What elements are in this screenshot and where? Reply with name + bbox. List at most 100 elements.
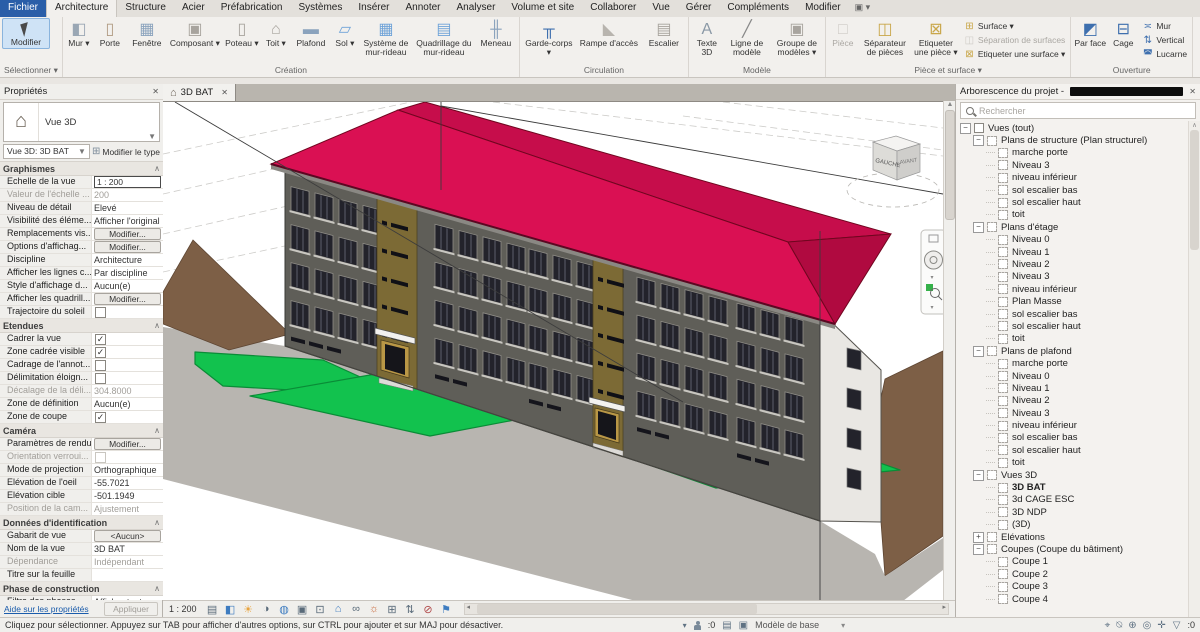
ribbon-button-escalier[interactable]: ▤Escalier (642, 18, 686, 50)
tree-item-niveau-1[interactable]: Niveau 1 (956, 382, 1189, 394)
select-links-icon[interactable]: ⌖ (1105, 620, 1111, 631)
property-value-nom-de-la-vue[interactable]: 3D BAT (91, 543, 163, 555)
ribbon-button-vertical[interactable]: ⇅Vertical (1139, 33, 1190, 47)
tree-item-coupe-2[interactable]: Coupe 2 (956, 568, 1189, 580)
design-options-icon[interactable]: ▣ (739, 620, 748, 631)
ribbon-tab-structure[interactable]: Structure (117, 0, 174, 17)
property-value-zone-cadree-visible[interactable]: ✓ (91, 346, 163, 358)
ribbon-button-quadrillage-du-mur-rideau[interactable]: ▤Quadrillage du mur-rideau (414, 18, 474, 59)
ribbon-button-poteau[interactable]: ▯Poteau ▾ (223, 18, 261, 50)
tree-expander-icon[interactable]: − (973, 135, 984, 146)
filter-icon[interactable]: ▽ (1173, 620, 1181, 631)
ribbon-button-texte-3d[interactable]: ATexte 3D (691, 18, 723, 59)
reveal-constraints-icon[interactable]: ⊘ (422, 603, 435, 616)
ribbon-button-modifier[interactable]: Modifier (2, 18, 50, 49)
tree-item-marche-porte[interactable]: marche porte (956, 357, 1189, 369)
property-section-graphismes[interactable]: Graphismes∧ (0, 162, 163, 176)
tree-item-niveau-3[interactable]: Niveau 3 (956, 159, 1189, 171)
ribbon-button-ligne-de-modele[interactable]: ╱Ligne de modèle (724, 18, 770, 59)
tree-item-niveau-inferieur[interactable]: niveau inférieur (956, 283, 1189, 295)
tree-item-coupes-coupe-du-batiment[interactable]: −Coupes (Coupe du bâtiment) (956, 543, 1189, 555)
ribbon-tab-fichier[interactable]: Fichier (0, 0, 46, 17)
property-value-visibilite-des-eleme[interactable]: Afficher l'original (91, 215, 163, 227)
property-value-options-d-affichag[interactable]: Modifier... (91, 241, 163, 253)
modify-type-button[interactable]: ⊞ Modifier le type (92, 146, 160, 157)
ribbon-button-porte[interactable]: ▯Porte (94, 18, 126, 50)
properties-help-link[interactable]: Aide sur les propriétés (4, 604, 89, 614)
view-scale[interactable]: 1 : 200 (169, 604, 197, 614)
tree-expander-icon[interactable]: − (973, 346, 984, 357)
temporary-view-properties-icon[interactable]: ⊞ (386, 603, 399, 616)
ribbon-tab-modifier[interactable]: Modifier (797, 0, 849, 17)
tree-item-plans-de-plafond[interactable]: −Plans de plafond (956, 345, 1189, 357)
property-section-donnees-d-identification[interactable]: Données d'identification∧ (0, 516, 163, 530)
browser-search-input[interactable]: Rechercher (960, 102, 1196, 119)
chevron-down-icon[interactable]: ▾ (683, 621, 687, 630)
ribbon-tab-gerer[interactable]: Gérer (678, 0, 720, 17)
ribbon-button-mur[interactable]: ◧Mur ▾ (65, 18, 93, 50)
tree-item-niveau-1[interactable]: Niveau 1 (956, 246, 1189, 258)
ribbon-tab-collaborer[interactable]: Collaborer (582, 0, 644, 17)
property-value-echelle-de-la-vue[interactable]: 1 : 200 (91, 176, 163, 188)
ribbon-display-toggle[interactable]: ▣ ▾ (849, 0, 877, 17)
property-section-camera[interactable]: Caméra∧ (0, 424, 163, 438)
ribbon-button-separateur-de-pieces[interactable]: ◫Séparateur de pièces (859, 18, 911, 59)
ribbon-button-etiqueter-une-piece[interactable]: ⊠Etiqueter une pièce ▾ (912, 18, 960, 59)
property-value-remplacements-vis[interactable]: Modifier... (91, 228, 163, 240)
tree-item-vues-tout[interactable]: −Vues (tout) (956, 122, 1189, 134)
model-view[interactable]: GAUCHE AVANT ▾ ▾ (163, 102, 943, 601)
property-value-titre-sur-la-feuille[interactable] (91, 569, 163, 581)
browser-scrollbar[interactable]: ∧ (1188, 121, 1200, 617)
property-section-phase-de-construction[interactable]: Phase de construction∧ (0, 582, 163, 596)
property-value-niveau-de-detail[interactable]: Elevé (91, 202, 163, 214)
analytical-model-icon[interactable]: ⚑ (440, 603, 453, 616)
tree-item-niveau-inferieur[interactable]: niveau inférieur (956, 172, 1189, 184)
ribbon-tab-vue[interactable]: Vue (644, 0, 677, 17)
shadows-icon[interactable]: ◑ (260, 603, 273, 616)
design-option-dropdown[interactable]: Modèle de base▾ (755, 620, 925, 630)
property-value-delimitation-eloign[interactable] (91, 372, 163, 384)
drag-on-selection-icon[interactable]: ✛ (1157, 620, 1165, 631)
navigation-bar[interactable]: ▾ ▾ (921, 230, 943, 314)
select-underlay-icon[interactable]: ⍉ (1116, 620, 1122, 631)
ribbon-tab-inserer[interactable]: Insérer (350, 0, 397, 17)
tree-item-sol-escalier-haut[interactable]: sol escalier haut (956, 320, 1189, 332)
ribbon-tab-analyser[interactable]: Analyser (449, 0, 504, 17)
detail-level-icon[interactable]: ▤ (206, 603, 219, 616)
ribbon-button-garde-corps[interactable]: ╥Garde-corps ▾ (522, 18, 576, 59)
sun-path-icon[interactable]: ☀ (242, 603, 255, 616)
tree-item-plans-d-etage[interactable]: −Plans d'étage (956, 221, 1189, 233)
tree-item-toit[interactable]: toit (956, 209, 1189, 221)
ribbon-button-fenetre[interactable]: ▦Fenêtre (127, 18, 167, 50)
tree-item-coupe-4[interactable]: Coupe 4 (956, 593, 1189, 605)
ribbon-button-lucarne[interactable]: ◚Lucarne (1139, 47, 1190, 61)
ribbon-button-etiqueter-une-surface[interactable]: ⊠Etiqueter une surface ▾ (961, 47, 1068, 61)
ribbon-button-plafond[interactable]: ▬Plafond (291, 18, 331, 50)
ribbon-button-par-face[interactable]: ◩Par face (1073, 18, 1107, 50)
reveal-hidden-elements-icon[interactable]: ☼ (368, 603, 381, 616)
tree-item-coupe-3[interactable]: Coupe 3 (956, 580, 1189, 592)
apply-button[interactable]: Appliquer (104, 602, 158, 616)
property-value-discipline[interactable]: Architecture (91, 254, 163, 266)
tree-item-3d-bat[interactable]: 3D BAT (956, 481, 1189, 493)
ribbon-tab-annoter[interactable]: Annoter (397, 0, 448, 17)
ribbon-tab-architecture[interactable]: Architecture (46, 0, 117, 17)
worksets-icon[interactable]: ▤ (722, 620, 731, 631)
save-orientation-icon[interactable]: ⌂ (332, 603, 345, 616)
tree-item-niveau-3[interactable]: Niveau 3 (956, 407, 1189, 419)
tree-item-elevations[interactable]: +Elévations (956, 531, 1189, 543)
tree-item-coupe-1[interactable]: Coupe 1 (956, 556, 1189, 568)
tree-item-sol-escalier-bas[interactable]: sol escalier bas (956, 184, 1189, 196)
ribbon-button-surface[interactable]: ⊞Surface ▾ (961, 19, 1068, 33)
ribbon-button-sol[interactable]: ▱Sol ▾ (332, 18, 358, 50)
ribbon-button-rampe-d-acces[interactable]: ◣Rampe d'accès (577, 18, 641, 50)
render-icon[interactable]: ◍ (278, 603, 291, 616)
tree-item-sol-escalier-haut[interactable]: sol escalier haut (956, 196, 1189, 208)
viewcube[interactable]: GAUCHE AVANT (847, 136, 939, 207)
tree-item-niveau-0[interactable]: Niveau 0 (956, 234, 1189, 246)
tree-item-marche-porte[interactable]: marche porte (956, 147, 1189, 159)
crop-view-icon[interactable]: ▣ (296, 603, 309, 616)
property-value-trajectoire-du-soleil[interactable] (91, 306, 163, 318)
tree-expander-icon[interactable]: − (973, 470, 984, 481)
tree-item-niveau-2[interactable]: Niveau 2 (956, 258, 1189, 270)
